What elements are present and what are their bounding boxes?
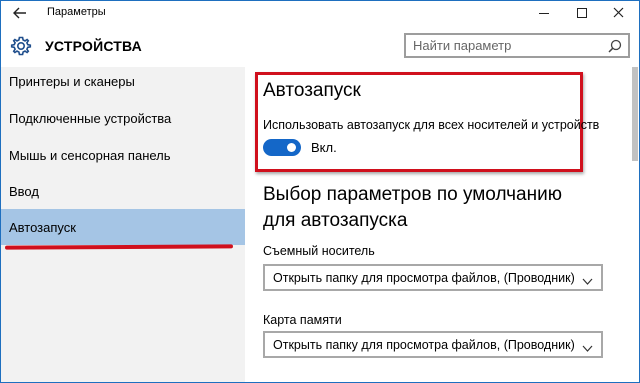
sidebar-item-label: Мышь и сенсорная панель	[9, 147, 171, 163]
sidebar: Принтеры и сканеры Подключенные устройст…	[1, 67, 245, 382]
settings-window: Параметры УСТРОЙСТВА Найти параметр Прин…	[0, 0, 640, 383]
dropdown-value: Открыть папку для просмотра файлов, (Про…	[273, 271, 575, 285]
main-content: Автозапуск Использовать автозапуск для в…	[245, 67, 631, 382]
sidebar-item-autoplay[interactable]: Автозапуск	[1, 209, 245, 245]
chevron-down-icon	[582, 273, 593, 285]
memory-card-dropdown[interactable]: Открыть папку для просмотра файлов, (Про…	[263, 331, 603, 358]
sidebar-item-connected-devices[interactable]: Подключенные устройства	[1, 100, 245, 136]
search-icon[interactable]	[608, 39, 622, 53]
sidebar-item-typing[interactable]: Ввод	[1, 173, 245, 209]
search-box[interactable]	[404, 33, 630, 58]
autoplay-description: Использовать автозапуск для всех носител…	[263, 118, 600, 132]
page-title: УСТРОЙСТВА	[45, 38, 142, 54]
sidebar-item-printers[interactable]: Принтеры и сканеры	[1, 63, 245, 99]
gear-icon	[10, 35, 32, 57]
scrollbar-thumb[interactable]	[632, 67, 638, 161]
autoplay-heading: Автозапуск	[263, 80, 361, 101]
page-header: УСТРОЙСТВА	[1, 27, 639, 67]
maximize-icon	[577, 8, 587, 18]
toggle-knob	[287, 143, 296, 152]
autoplay-toggle[interactable]	[263, 139, 301, 156]
sidebar-item-label: Автозапуск	[9, 219, 76, 235]
sidebar-item-label: Принтеры и сканеры	[9, 73, 135, 89]
sidebar-item-mouse-touchpad[interactable]: Мышь и сенсорная панель	[1, 137, 245, 173]
removable-drive-label: Съемный носитель	[263, 244, 375, 258]
chevron-down-icon	[582, 340, 593, 352]
defaults-heading: Выбор параметров по умолчанию для автоза…	[263, 184, 562, 231]
window-title: Параметры	[47, 6, 106, 18]
highlight-underline	[4, 244, 234, 250]
scrollbar[interactable]	[631, 67, 639, 382]
maximize-button[interactable]	[563, 1, 601, 25]
sidebar-item-label: Ввод	[9, 183, 39, 199]
back-arrow-icon	[13, 6, 27, 23]
title-bar: Параметры	[1, 1, 639, 27]
dropdown-value: Открыть папку для просмотра файлов, (Про…	[273, 338, 575, 352]
close-icon	[613, 6, 624, 21]
minimize-button[interactable]	[525, 1, 563, 25]
removable-drive-dropdown[interactable]: Открыть папку для просмотра файлов, (Про…	[263, 264, 603, 291]
toggle-state-label: Вкл.	[311, 140, 337, 155]
minimize-icon	[539, 12, 549, 14]
close-button[interactable]	[599, 1, 637, 25]
memory-card-label: Карта памяти	[263, 313, 342, 327]
sidebar-item-label: Подключенные устройства	[9, 110, 172, 126]
search-input[interactable]	[406, 35, 596, 56]
back-button[interactable]	[7, 3, 33, 25]
